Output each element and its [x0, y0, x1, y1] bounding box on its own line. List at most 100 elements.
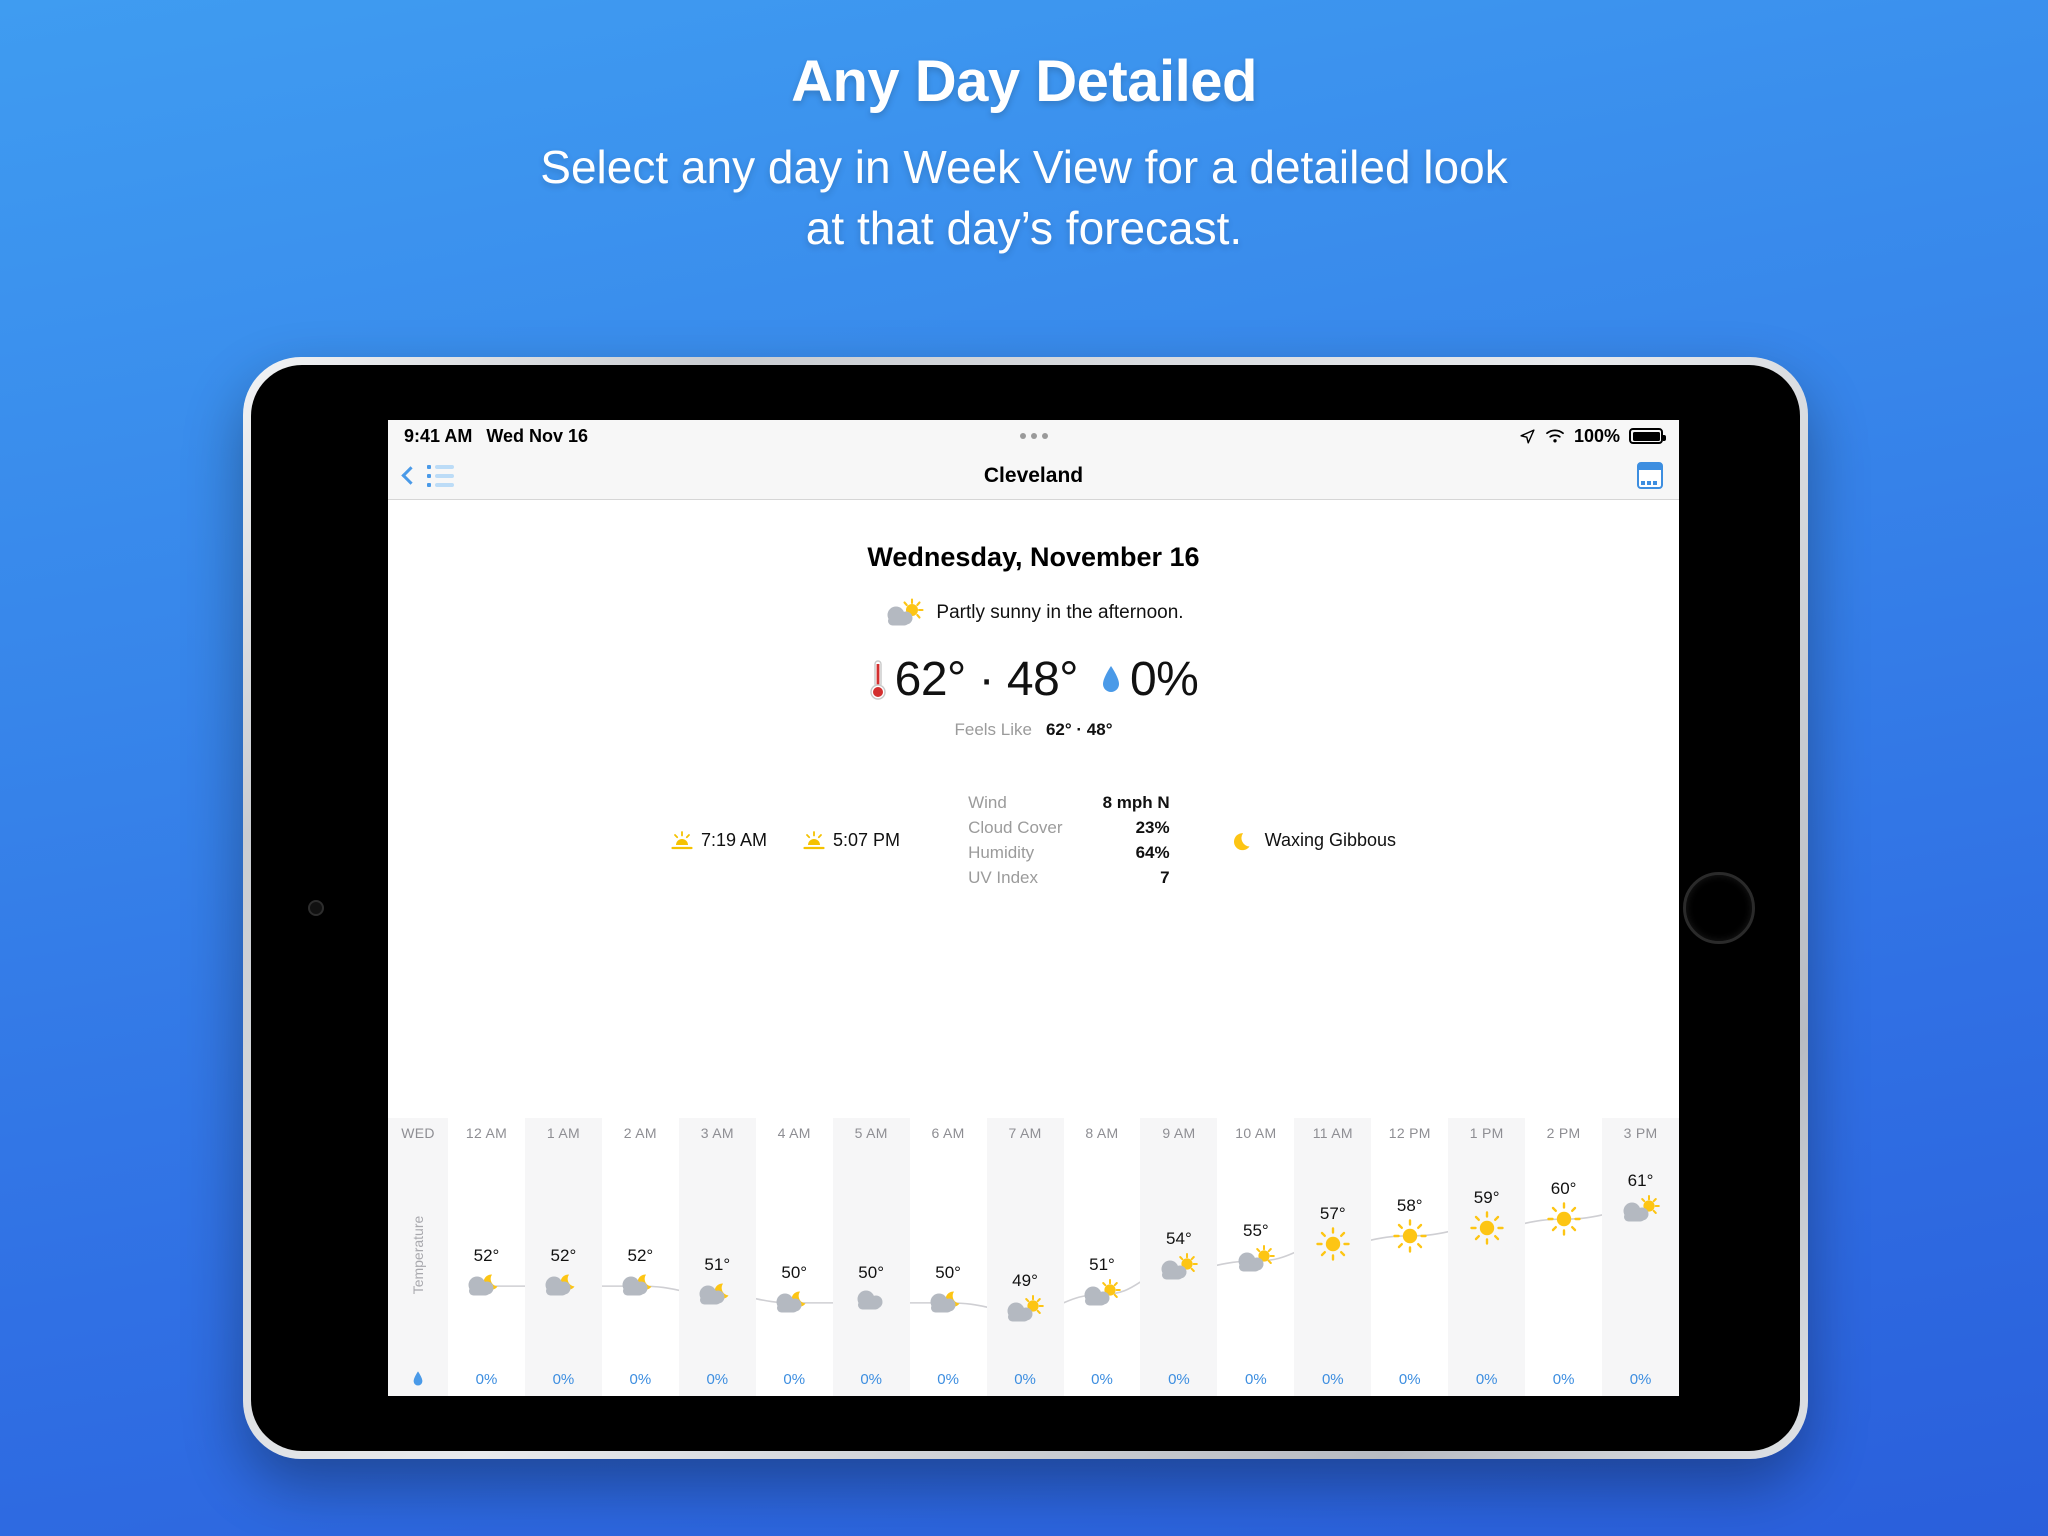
metric-value: 7	[1160, 868, 1170, 887]
chart-hour-column[interactable]: 11 AM 57° 0%	[1294, 1118, 1372, 1396]
cloud-moon-icon	[545, 1274, 575, 1296]
chart-precip-label: 0%	[1014, 1370, 1036, 1388]
promo-subtitle: Select any day in Week View for a detail…	[0, 137, 2048, 258]
chart-hour-column[interactable]: 3 AM 51° 0%	[678, 1118, 756, 1396]
chart-hour-column[interactable]: 2 AM 52° 0%	[602, 1118, 679, 1396]
chart-hour-label: 2 AM	[623, 1125, 657, 1141]
chart-hour-column[interactable]: 2 PM 60° 0%	[1525, 1118, 1602, 1396]
front-camera-icon	[308, 900, 324, 916]
sunset-item: 5:07 PM	[803, 830, 900, 851]
chart-hour-column[interactable]: 4 AM 50° 0%	[756, 1118, 833, 1396]
chart-hour-column[interactable]: 12 AM 52° 0%	[448, 1118, 525, 1396]
condition-row: Partly sunny in the afternoon.	[388, 598, 1679, 628]
temp-range: 62° · 48°	[894, 653, 1079, 706]
moon-phase-label: Waxing Gibbous	[1264, 830, 1397, 850]
chart-hour-body: 51°	[679, 1148, 756, 1362]
chart-hour-body: 50°	[756, 1148, 833, 1362]
chart-hour-column[interactable]: 1 PM 59° 0%	[1448, 1118, 1526, 1396]
chart-temp-label: 51°	[704, 1254, 731, 1274]
chart-hour-label: 6 AM	[931, 1125, 965, 1141]
cloud-sun-icon	[1007, 1295, 1044, 1322]
chart-point: 52°	[541, 1246, 585, 1299]
chart-y-label: Temperature	[410, 1215, 426, 1295]
metric-label: Cloud Cover	[968, 818, 1063, 837]
chart-precip-label: 0%	[475, 1370, 498, 1388]
feels-like-label: Feels Like	[954, 720, 1032, 739]
chart-hour-body: 60°	[1525, 1148, 1602, 1362]
chart-hour-label: 3 PM	[1623, 1125, 1658, 1141]
cloud-moon-icon	[468, 1274, 498, 1296]
metric-label: UV Index	[968, 868, 1038, 887]
chart-precip-label: 0%	[629, 1370, 652, 1388]
chart-point: 55°	[1234, 1221, 1278, 1274]
status-date: Wed Nov 16	[486, 425, 589, 446]
tablet-bezel: 9:41 AM Wed Nov 16 100% Cleveland Wednes…	[251, 365, 1800, 1451]
droplet-icon	[1102, 665, 1119, 692]
chart-hour-body: 57°	[1294, 1148, 1371, 1362]
chart-precip-label: 0%	[706, 1370, 729, 1388]
thermometer-icon	[869, 659, 886, 700]
cloud-icon	[857, 1290, 883, 1310]
metric-value: 8 mph N	[1102, 793, 1170, 812]
wifi-icon	[1546, 429, 1564, 443]
metric-value: 64%	[1135, 843, 1170, 862]
chart-hour-body: 50°	[910, 1148, 987, 1362]
chart-point: 61°	[1619, 1171, 1663, 1224]
navigation-bar: Cleveland	[388, 452, 1679, 500]
chart-hour-label: 12 AM	[465, 1125, 508, 1141]
hourly-chart[interactable]: WED Temperature 12 AM 52° 0% 1 AM 52° 0%…	[388, 1118, 1679, 1396]
chart-hour-column[interactable]: 10 AM 55° 0%	[1217, 1118, 1294, 1396]
chart-temp-label: 57°	[1319, 1204, 1346, 1224]
cloud-moon-icon	[930, 1291, 960, 1313]
home-button[interactable]	[1683, 872, 1755, 944]
chart-hour-column[interactable]: 6 AM 50° 0%	[910, 1118, 987, 1396]
chart-temp-label: 61°	[1627, 1170, 1654, 1190]
chart-temp-label: 49°	[1012, 1271, 1038, 1291]
chart-point: 52°	[464, 1246, 508, 1299]
chart-precip-label: 0%	[1398, 1370, 1421, 1388]
chart-temp-label: 54°	[1166, 1229, 1192, 1249]
chart-hour-column[interactable]: 3 PM 61° 0%	[1602, 1118, 1679, 1396]
metric-label: Humidity	[968, 843, 1035, 862]
chart-hour-body: 52°	[448, 1148, 525, 1362]
chart-hour-body: 49°	[987, 1148, 1064, 1362]
chart-precip-label: 0%	[937, 1370, 959, 1388]
page-title: Any Day Detailed	[791, 49, 1257, 114]
cloud-moon-icon	[699, 1283, 729, 1304]
chart-hour-body: 59°	[1448, 1148, 1525, 1362]
chart-precip-label: 0%	[860, 1370, 882, 1388]
condition-text: Partly sunny in the afternoon.	[936, 602, 1184, 623]
day-heading: Wednesday, November 16	[867, 542, 1200, 572]
chart-hour-label: 12 PM	[1388, 1125, 1431, 1141]
chart-hour-column[interactable]: 9 AM 54° 0%	[1140, 1118, 1218, 1396]
chart-temp-label: 52°	[550, 1246, 577, 1266]
cloud-sun-icon	[1238, 1245, 1275, 1272]
sunrise-item: 7:19 AM	[671, 830, 767, 851]
calendar-icon[interactable]	[1637, 462, 1663, 489]
chart-hour-column[interactable]: 8 AM 51° 0%	[1064, 1118, 1141, 1396]
chart-hour-column[interactable]: 1 AM 52° 0%	[524, 1118, 602, 1396]
chart-hour-label: 1 AM	[546, 1125, 580, 1141]
partly-sunny-icon	[883, 598, 927, 628]
chart-point: 49°	[1003, 1271, 1047, 1324]
detail-metrics-row: 7:19 AM 5:07 PM Wind 8 mph N Cloud Cover…	[388, 793, 1679, 888]
cloud-sun-icon	[1161, 1253, 1198, 1280]
chart-temp-label: 51°	[1089, 1254, 1115, 1274]
chart-point: 58°	[1393, 1196, 1427, 1253]
sun-icon	[1546, 1202, 1581, 1236]
sunset-time: 5:07 PM	[833, 830, 901, 850]
chart-hour-body: 58°	[1371, 1148, 1448, 1362]
chart-precip-label: 0%	[783, 1370, 806, 1388]
chart-hour-column[interactable]: 7 AM 49° 0%	[986, 1118, 1064, 1396]
feels-like-row: Feels Like 62° · 48°	[388, 720, 1679, 740]
chart-hour-label: 7 AM	[1008, 1125, 1042, 1141]
chart-hour-label: 4 AM	[777, 1125, 811, 1141]
chart-hour-column[interactable]: 5 AM 50° 0%	[832, 1118, 910, 1396]
chart-point: 59°	[1469, 1188, 1504, 1245]
chart-hour-body: 52°	[602, 1148, 679, 1362]
chart-temp-label: 52°	[473, 1246, 500, 1266]
multitask-handle-icon[interactable]	[1019, 433, 1048, 439]
chart-hour-column[interactable]: 12 PM 58° 0%	[1371, 1118, 1448, 1396]
precip-chance: 0%	[1129, 653, 1199, 706]
chart-point: 50°	[852, 1263, 890, 1312]
